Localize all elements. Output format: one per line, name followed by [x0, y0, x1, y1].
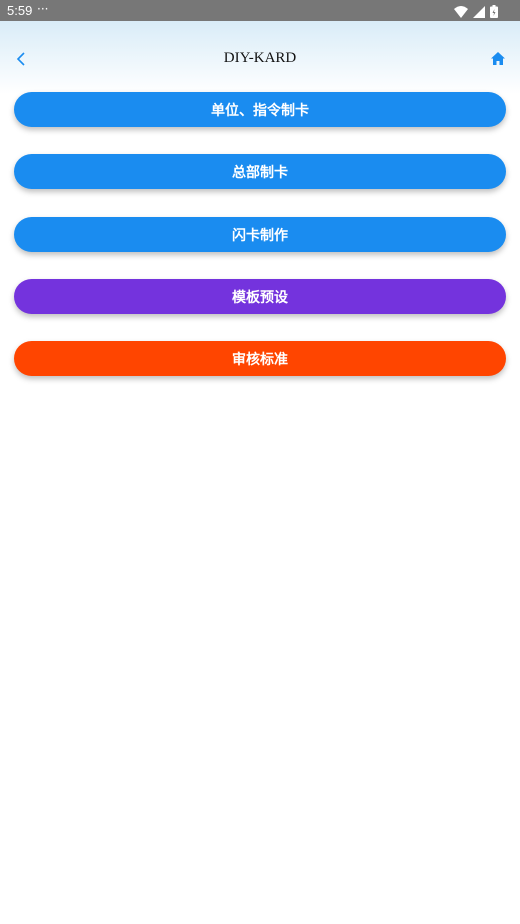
header: DIY-KARD — [0, 21, 520, 94]
back-button[interactable] — [12, 49, 32, 69]
status-icons — [454, 3, 498, 22]
review-standard-button[interactable]: 审核标准 — [14, 341, 506, 376]
page-title: DIY-KARD — [223, 50, 297, 66]
chevron-left-icon — [16, 52, 25, 66]
headquarters-card-button[interactable]: 总部制卡 — [14, 154, 506, 189]
status-time: 5:59 — [7, 3, 33, 18]
cell-signal-icon — [473, 3, 485, 22]
template-preset-button[interactable]: 模板预设 — [14, 279, 506, 314]
wifi-icon — [454, 3, 468, 22]
unit-command-card-button[interactable]: 单位、指令制卡 — [14, 92, 506, 127]
notification-dots: ··· — [37, 2, 49, 16]
battery-icon — [490, 3, 498, 22]
status-bar: 5:59 ··· — [0, 0, 520, 21]
home-button[interactable] — [488, 49, 508, 69]
home-icon — [491, 52, 505, 65]
flash-card-button[interactable]: 闪卡制作 — [14, 217, 506, 252]
